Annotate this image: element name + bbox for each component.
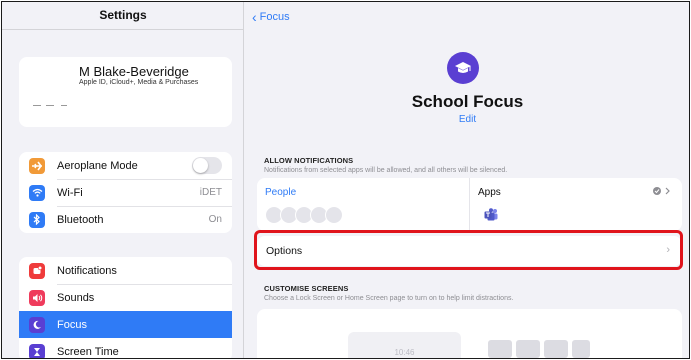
back-button[interactable]: ‹ Focus xyxy=(252,9,290,25)
sidebar-item-label: Aeroplane Mode xyxy=(57,159,138,172)
options-highlight-annotation xyxy=(254,230,683,270)
lock-screen-time: 10:46 xyxy=(394,348,415,357)
focus-detail-panel: ‹ Focus School Focus Edit ALLOW NOTIFICA… xyxy=(245,2,689,358)
customise-screens-description: Choose a Lock Screen or Home Screen page… xyxy=(264,295,514,302)
apps-label: Apps xyxy=(478,187,501,198)
people-section[interactable]: People xyxy=(257,178,469,231)
sidebar-title: Settings xyxy=(99,8,147,22)
bell-icon xyxy=(29,262,45,279)
app-tile xyxy=(572,340,590,358)
apps-status-chevron-icon xyxy=(652,186,672,199)
sidebar-item-focus[interactable]: Focus xyxy=(19,311,232,338)
airplane-icon xyxy=(29,157,45,174)
ipad-screen: Settings M Blake-Beveridge Apple ID, iCl… xyxy=(1,1,690,359)
people-avatars xyxy=(265,206,343,224)
bluetooth-status-value: On xyxy=(208,214,222,225)
divider xyxy=(2,29,244,30)
apps-section[interactable]: Apps xyxy=(469,178,682,231)
connectivity-group: Aeroplane Mode Wi-Fi iDET Bluetooth On xyxy=(19,152,232,233)
divider xyxy=(33,105,41,106)
sidebar-item-label: Bluetooth xyxy=(57,213,104,226)
settings-sidebar: Settings M Blake-Beveridge Apple ID, iCl… xyxy=(2,2,244,358)
sidebar-item-label: Wi-Fi xyxy=(57,186,83,199)
system-group: Notifications Sounds Focus Screen Time xyxy=(19,257,232,358)
sidebar-item-label: Notifications xyxy=(57,264,117,277)
profile-subtitle: Apple ID, iCloud+, Media & Purchases xyxy=(79,79,199,86)
bluetooth-icon xyxy=(29,211,45,228)
sidebar-item-label: Sounds xyxy=(57,291,95,304)
profile-name: M Blake-Beveridge xyxy=(79,64,189,79)
people-label: People xyxy=(265,187,297,198)
sidebar-item-screen-time[interactable]: Screen Time xyxy=(19,338,232,358)
hourglass-icon xyxy=(29,343,45,358)
sidebar-item-label: Screen Time xyxy=(57,345,119,358)
apple-id-profile-card[interactable]: M Blake-Beveridge Apple ID, iCloud+, Med… xyxy=(19,57,232,127)
focus-title: School Focus xyxy=(411,92,524,111)
sidebar-item-label: Focus xyxy=(57,318,87,331)
chevron-left-icon: ‹ xyxy=(252,9,257,25)
customise-screens-heading: CUSTOMISE SCREENS xyxy=(264,284,349,293)
divider xyxy=(61,105,67,106)
speaker-icon xyxy=(29,289,45,306)
wifi-icon xyxy=(29,184,45,201)
lock-screen-preview[interactable]: 10:46 xyxy=(348,332,461,358)
sidebar-item-bluetooth[interactable]: Bluetooth On xyxy=(19,206,232,233)
home-screen-preview[interactable] xyxy=(482,332,595,358)
divider xyxy=(46,105,54,106)
app-tile xyxy=(516,340,540,358)
toggle-knob xyxy=(193,158,208,173)
sidebar-item-sounds[interactable]: Sounds xyxy=(19,284,232,311)
allow-notifications-heading: ALLOW NOTIFICATIONS xyxy=(264,156,354,165)
app-tile xyxy=(544,340,568,358)
avatar xyxy=(325,206,343,224)
sidebar-item-notifications[interactable]: Notifications xyxy=(19,257,232,284)
sidebar-item-aeroplane-mode[interactable]: Aeroplane Mode xyxy=(19,152,232,179)
sidebar-item-wifi[interactable]: Wi-Fi iDET xyxy=(19,179,232,206)
aeroplane-mode-toggle[interactable] xyxy=(192,157,222,174)
back-label: Focus xyxy=(259,11,290,23)
edit-focus-link[interactable]: Edit xyxy=(245,114,689,125)
microsoft-teams-icon xyxy=(484,208,498,221)
wifi-network-value: iDET xyxy=(199,187,222,198)
allow-notifications-description: Notifications from selected apps will be… xyxy=(264,167,508,174)
graduation-cap-icon xyxy=(447,52,479,84)
moon-icon xyxy=(29,316,45,333)
customise-screens-card: 10:46 xyxy=(257,309,682,358)
allowed-notifications-card: People Apps xyxy=(257,178,682,231)
app-tile xyxy=(488,340,512,358)
